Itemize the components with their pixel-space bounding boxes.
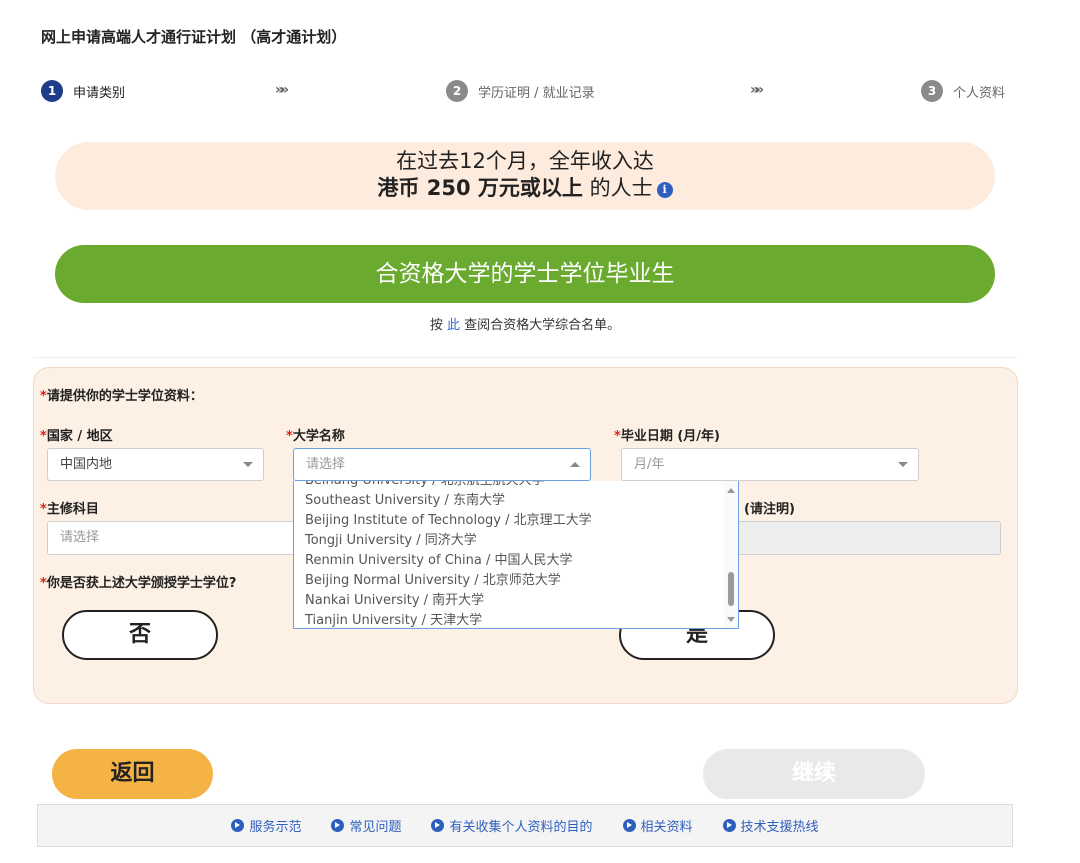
- university-options: Beihang University / 北京航空航天大学Southeast U…: [294, 481, 724, 628]
- university-label: *大学名称: [286, 425, 345, 444]
- section-title-text: 请提供你的学士学位资料：: [46, 389, 203, 404]
- arrow-circle-icon: [431, 819, 445, 832]
- university-option[interactable]: Tongji University / 同济大学: [294, 531, 724, 551]
- country-label-text: 国家 / 地区: [46, 429, 113, 444]
- footer-link-support[interactable]: 技术支援热线: [722, 816, 819, 835]
- university-option[interactable]: Beijing Normal University / 北京师范大学: [294, 571, 724, 591]
- country-select[interactable]: 中国内地: [47, 448, 264, 481]
- university-select-placeholder: 请选择: [306, 457, 346, 472]
- university-list-note: 按 此 查阅合资格大学综合名单。: [0, 314, 1050, 333]
- chevron-up-icon: [570, 462, 580, 467]
- required-mark: *: [614, 429, 621, 444]
- footer-link-privacy[interactable]: 有关收集个人资料的目的: [431, 816, 593, 835]
- university-option[interactable]: Beihang University / 北京航空航天大学: [294, 481, 724, 491]
- major-label: *主修科目: [40, 498, 99, 517]
- grad-date-placeholder: 月/年: [634, 457, 665, 472]
- continue-button[interactable]: 继续: [703, 749, 925, 799]
- footer-link-faq[interactable]: 常见问题: [331, 816, 401, 835]
- arrow-circle-icon: [231, 819, 245, 832]
- footer-link-label: 服务示范: [249, 820, 302, 835]
- income-line-2-rest: 的人士: [582, 176, 653, 200]
- major-label-text: 主修科目: [46, 502, 99, 517]
- university-option[interactable]: Nankai University / 南开大学: [294, 591, 724, 611]
- required-mark: *: [40, 389, 47, 404]
- major-input[interactable]: 请选择: [47, 521, 297, 555]
- step-2-number: 2: [446, 80, 468, 102]
- scrollbar-thumb[interactable]: [728, 572, 734, 606]
- university-list-link[interactable]: 此: [447, 318, 460, 333]
- dropdown-scrollbar[interactable]: [724, 481, 738, 628]
- university-option[interactable]: Beijing Institute of Technology / 北京理工大学: [294, 511, 724, 531]
- university-select[interactable]: 请选择: [293, 448, 591, 481]
- step-1: 1 申请类别: [41, 80, 125, 102]
- income-category-banner: 在过去12个月，全年收入达 港币 250 万元或以上 的人士 i: [55, 142, 995, 210]
- footer-link-label: 技术支援热线: [740, 820, 819, 835]
- note-prefix: 按: [429, 318, 447, 333]
- arrow-circle-icon: [722, 819, 736, 832]
- note-suffix: 查阅合资格大学综合名单。: [460, 318, 621, 333]
- step-3-label: 个人资料: [953, 85, 1006, 101]
- arrow-circle-icon: [331, 819, 345, 832]
- footer-links: 服务示范 常见问题 有关收集个人资料的目的 相关资料 技术支援热线: [37, 804, 1013, 847]
- income-amount: 港币 250 万元或以上: [377, 176, 583, 200]
- required-mark: *: [40, 429, 47, 444]
- arrow-circle-icon: [622, 819, 636, 832]
- chevron-right-icon: »»: [275, 82, 289, 98]
- footer-link-related[interactable]: 相关资料: [622, 816, 693, 835]
- chevron-down-icon: [898, 462, 908, 467]
- university-option[interactable]: Renmin University of China / 中国人民大学: [294, 551, 724, 571]
- divider: [33, 357, 1018, 358]
- step-3: 3 个人资料: [921, 80, 1005, 102]
- awarded-label-text: 你是否获上述大学颁授学士学位?: [46, 576, 237, 591]
- bachelor-graduate-category-button[interactable]: 合资格大学的学士学位毕业生: [55, 245, 995, 303]
- page-title: 网上申请高端人才通行证计划 （高才通计划）: [41, 28, 347, 46]
- step-1-label: 申请类别: [73, 85, 126, 101]
- section-title: *请提供你的学士学位资料：: [40, 385, 203, 404]
- other-input[interactable]: [735, 521, 1001, 555]
- income-line-1: 在过去12个月，全年收入达: [396, 149, 654, 173]
- country-label: *国家 / 地区: [40, 425, 113, 444]
- grad-date-select[interactable]: 月/年: [621, 448, 919, 481]
- back-button[interactable]: 返回: [52, 749, 213, 799]
- footer-link-label: 有关收集个人资料的目的: [449, 820, 593, 835]
- step-2: 2 学历证明 / 就业记录: [446, 80, 595, 102]
- scroll-down-icon[interactable]: [727, 617, 735, 622]
- chevron-down-icon: [243, 462, 253, 467]
- step-3-number: 3: [921, 80, 943, 102]
- footer-link-label: 相关资料: [640, 820, 693, 835]
- footer-link-service[interactable]: 服务示范: [231, 816, 301, 835]
- grad-date-label: *毕业日期 (月/年): [614, 425, 720, 444]
- no-button[interactable]: 否: [62, 610, 218, 660]
- awarded-label: *你是否获上述大学颁授学士学位?: [40, 572, 236, 591]
- required-mark: *: [40, 502, 47, 517]
- footer-link-label: 常见问题: [349, 820, 402, 835]
- required-mark: *: [40, 576, 47, 591]
- step-1-number: 1: [41, 80, 63, 102]
- income-line-2: 港币 250 万元或以上 的人士 i: [55, 174, 995, 202]
- university-label-text: 大学名称: [292, 429, 345, 444]
- university-option[interactable]: Tianjin University / 天津大学: [294, 611, 724, 628]
- info-icon[interactable]: i: [656, 182, 673, 198]
- chevron-right-icon: »»: [750, 82, 764, 98]
- university-option[interactable]: Southeast University / 东南大学: [294, 491, 724, 511]
- university-dropdown-list[interactable]: Beihang University / 北京航空航天大学Southeast U…: [293, 481, 739, 629]
- scroll-up-icon[interactable]: [727, 488, 735, 493]
- required-mark: *: [286, 429, 293, 444]
- other-label: (请注明): [744, 502, 795, 517]
- grad-date-label-text: 毕业日期 (月/年): [620, 429, 720, 444]
- country-select-value: 中国内地: [60, 457, 113, 472]
- step-2-label: 学历证明 / 就业记录: [478, 85, 595, 101]
